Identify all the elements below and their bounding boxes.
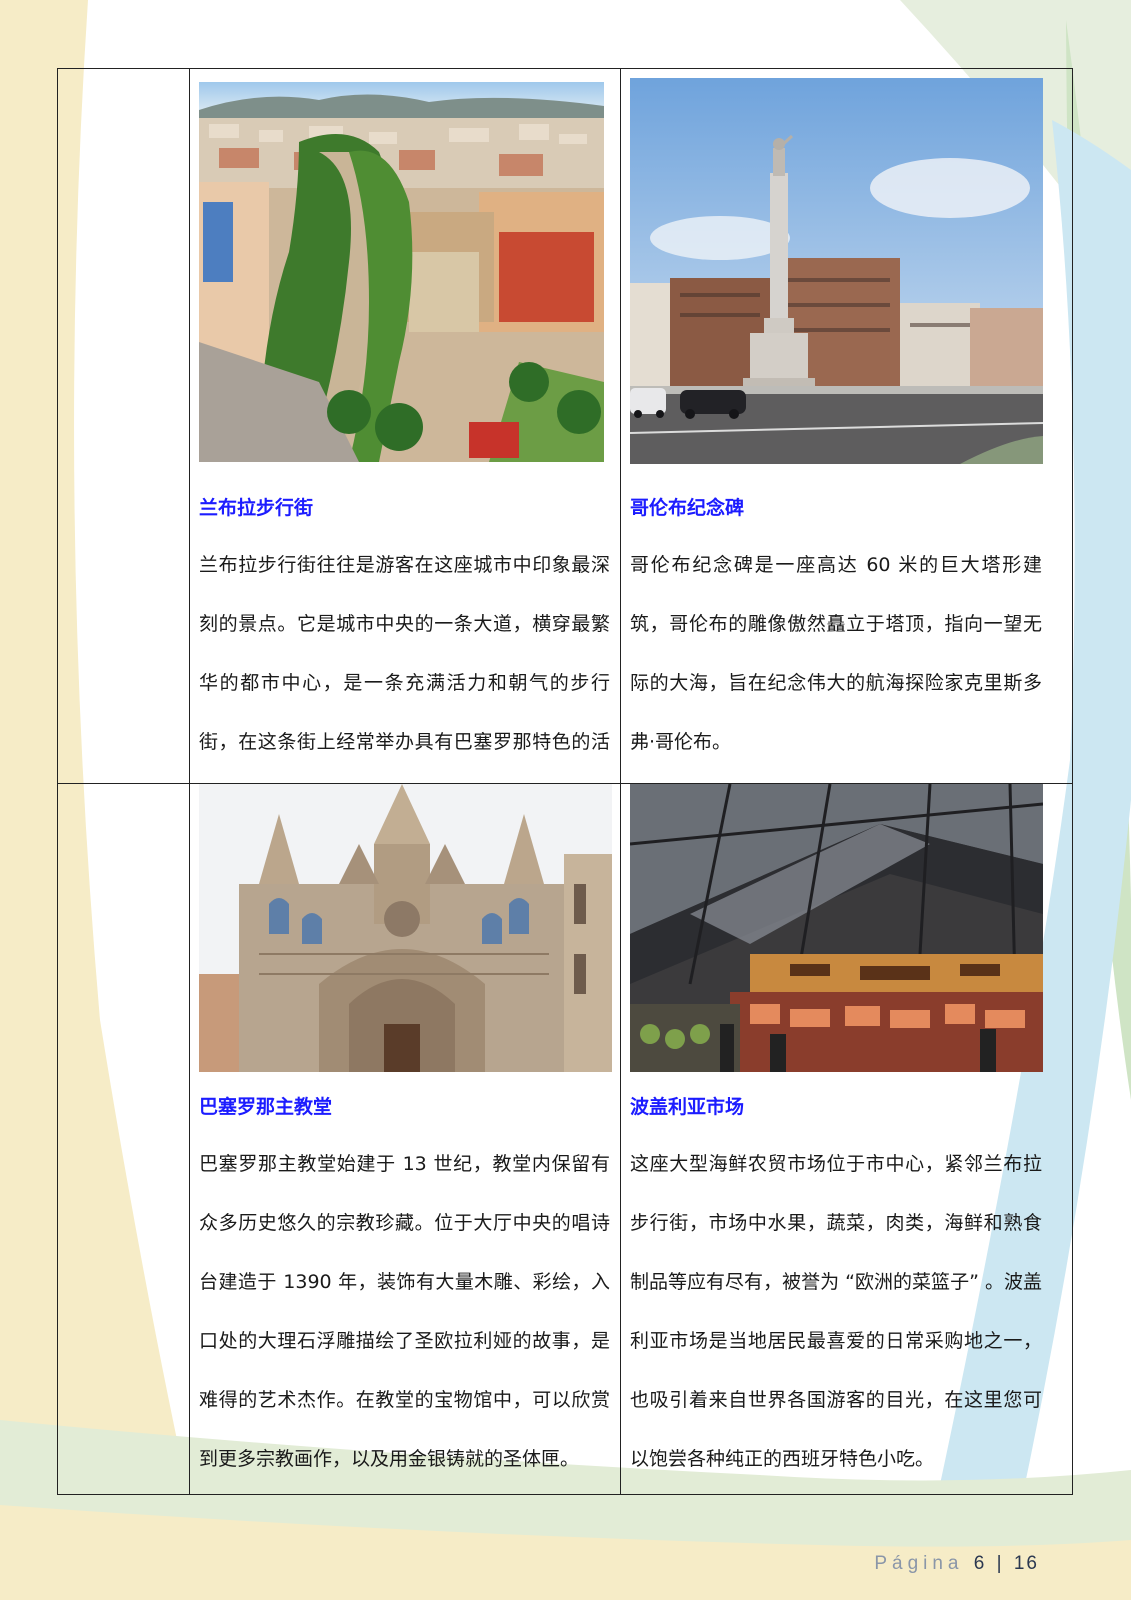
page-number-footer: Página 6 | 16	[874, 1553, 1039, 1575]
attraction-card: 兰布拉步行街 兰布拉步行街往往是游客在这座城市中印象最深刻的景点。它是城市中央的…	[190, 69, 620, 812]
aerial-view-of-la-rambla-photo	[199, 82, 604, 462]
attraction-description: 巴塞罗那主教堂始建于 13 世纪，教堂内保留有众多历史悠久的宗教珍藏。位于大厅中…	[199, 1153, 610, 1470]
attraction-card: 哥伦布纪念碑 哥伦布纪念碑是一座高达 60 米的巨大塔形建筑，哥伦布的雕像傲然矗…	[621, 69, 1073, 783]
attraction-title: 巴塞罗那主教堂	[199, 1096, 333, 1118]
attraction-card: 波盖利亚市场 这座大型海鲜农贸市场位于市中心，紧邻兰布拉步行街，市场中水果，蔬菜…	[621, 784, 1073, 1496]
attraction-title: 波盖利亚市场	[630, 1096, 745, 1118]
attraction-title: 哥伦布纪念碑	[630, 497, 745, 519]
attraction-description: 哥伦布纪念碑是一座高达 60 米的巨大塔形建筑，哥伦布的雕像傲然矗立于塔顶，指向…	[630, 554, 1042, 753]
gothic-cathedral-photo	[199, 784, 612, 1072]
attractions-table: 兰布拉步行街 兰布拉步行街往往是游客在这座城市中印象最深刻的景点。它是城市中央的…	[57, 68, 1073, 1495]
page-current: 6	[973, 1553, 987, 1574]
attraction-card: 巴塞罗那主教堂 巴塞罗那主教堂始建于 13 世纪，教堂内保留有众多历史悠久的宗教…	[190, 784, 620, 1496]
attraction-description: 这座大型海鲜农贸市场位于市中心，紧邻兰布拉步行街，市场中水果，蔬菜，肉类，海鲜和…	[630, 1153, 1042, 1470]
page-separator: |	[996, 1553, 1004, 1574]
columbus-monument-photo	[630, 78, 1043, 464]
covered-market-photo	[630, 784, 1043, 1072]
page-label: Página	[874, 1553, 964, 1574]
page-total: 16	[1013, 1553, 1039, 1574]
attraction-title: 兰布拉步行街	[199, 497, 314, 519]
